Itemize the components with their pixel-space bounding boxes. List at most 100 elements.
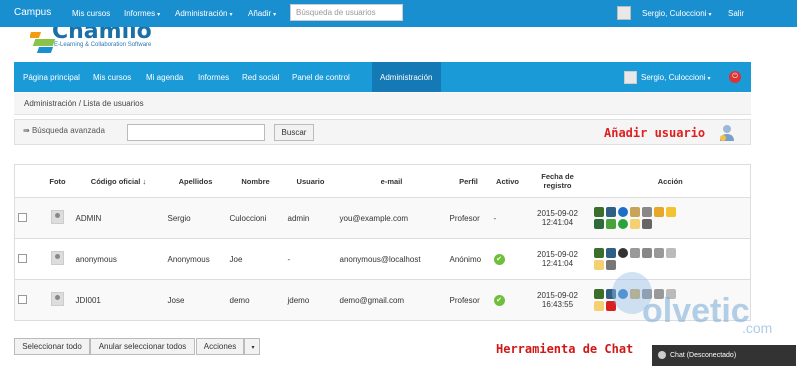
search-button[interactable]: Buscar [274,124,314,141]
chamilo-logo[interactable]: Chamilo E-Learning & Collaboration Softw… [30,27,200,57]
edit-icon[interactable] [653,207,664,217]
nav-mis-cursos[interactable]: Mis cursos [93,73,131,82]
star-icon[interactable] [665,248,676,258]
cell-code: anonymous [72,238,165,280]
info-icon[interactable] [617,248,628,258]
nav-mi-agenda[interactable]: Mi agenda [146,73,183,82]
cell-user: jdemo [284,279,337,321]
power-icon[interactable]: ⏻ [729,71,741,83]
add-user-icon[interactable] [629,207,640,217]
cell-email[interactable]: you@example.com [336,197,447,239]
cell-date: 2015-09-02 12:41:04 [524,197,591,239]
cell-first: demo [226,279,285,321]
cell-profile: Anónimo [446,238,491,280]
nav-informes[interactable]: Informes [198,73,229,82]
row-checkbox[interactable] [18,294,27,304]
assign-icon[interactable] [605,219,616,229]
status-dot-icon [658,351,666,359]
action-icons [593,248,678,270]
login-as-icon[interactable] [593,248,604,258]
cell-profile: Profesor [446,279,491,321]
col-accion: Acción [590,164,751,198]
select-all-button[interactable]: Seleccionar todo [14,338,90,355]
cell-email[interactable]: anonymous@localhost [336,238,447,280]
calendar-icon[interactable] [629,219,640,229]
advanced-search-link[interactable]: ⇛ Búsqueda avanzada [23,126,105,135]
user-photo [51,210,64,224]
info-icon[interactable] [617,207,628,217]
message-icon[interactable] [641,248,652,258]
cell-code: JDI001 [72,279,165,321]
user-photo [51,251,64,265]
user-photo [51,292,64,306]
chat-icon[interactable] [605,207,616,217]
col-apellidos[interactable]: Apellidos [164,164,227,198]
avatar [624,71,637,84]
cell-last: Jose [164,279,227,321]
deselect-all-button[interactable]: Anular seleccionar todos [90,338,195,355]
col-perfil[interactable]: Perfil [446,164,491,198]
col-email[interactable]: e-mail [336,164,447,198]
active-check-icon[interactable]: ✔ [493,253,505,265]
solvetic-watermark: olvetic .com [612,272,792,342]
active-check-icon[interactable]: ✔ [493,294,505,306]
cell-email[interactable]: demo@gmail.com [336,279,447,321]
calendar-icon[interactable] [593,301,604,311]
col-codigo[interactable]: Código oficial ↓ [72,164,165,198]
col-fecha[interactable]: Fecha de registro [524,164,591,198]
top-nav-informes[interactable]: Informes ▾ [124,9,160,18]
avatar [617,6,631,20]
add-user-icon[interactable] [719,124,735,142]
row-checkbox[interactable] [18,253,27,263]
crown-icon[interactable] [665,207,676,217]
cell-first: Culoccioni [226,197,285,239]
cell-last: Sergio [164,197,227,239]
col-usuario[interactable]: Usuario [284,164,337,198]
delete-icon[interactable] [605,260,616,270]
row-checkbox[interactable] [18,212,27,222]
advanced-search-icon: ⇛ [23,126,32,135]
chat-bar[interactable]: Chat (Desconectado) [652,345,796,366]
top-nav-mis-cursos[interactable]: Mis cursos [72,9,110,18]
cell-active: - [490,197,525,239]
col-nombre[interactable]: Nombre [226,164,285,198]
nav-administracion[interactable]: Administración [380,73,432,82]
breadcrumb: Administración / Lista de usuarios [14,93,751,115]
cell-last: Anonymous [164,238,227,280]
col-foto[interactable]: Foto [42,164,73,198]
add-user-icon[interactable] [629,248,640,258]
edit-icon[interactable] [653,248,664,258]
chat-icon[interactable] [605,248,616,258]
top-bar: Campus Mis cursos Informes ▾ Administraci… [0,0,797,27]
search-input[interactable] [127,124,265,141]
nav-red-social[interactable]: Red social [242,73,279,82]
cell-user: admin [284,197,337,239]
user-search-input[interactable]: Búsqueda de usuarios [290,4,403,21]
message-icon[interactable] [641,207,652,217]
login-as-icon[interactable] [593,289,604,299]
top-nav-anadir[interactable]: Añadir ▾ [248,9,276,18]
delete-icon[interactable] [641,219,652,229]
nav-panel-de-control[interactable]: Panel de control [292,73,350,82]
cell-user: - [284,238,337,280]
user-menu[interactable]: Sergio, Culoccioni ▾ [642,9,712,18]
col-activo[interactable]: Activo [490,164,525,198]
campus-link[interactable]: Campus [14,7,51,18]
chat-tool-annotation: Herramienta de Chat [496,342,634,356]
cell-profile: Profesor [446,197,491,239]
actions-dropdown-caret[interactable]: ▾ [244,338,260,355]
calendar-icon[interactable] [593,260,604,270]
action-icons [593,207,678,229]
cell-first: Joe [226,238,285,280]
cell-date: 2015-09-02 12:41:04 [524,238,591,280]
top-nav-administracion[interactable]: Administración ▾ [175,9,232,18]
nav-pagina-principal[interactable]: Página principal [23,73,80,82]
admin-icon[interactable] [593,219,604,229]
nav-user-menu[interactable]: Sergio, Culoccioni ▾ [641,73,711,82]
main-nav: Página principal Mis cursos Mi agenda In… [14,62,751,92]
add-icon[interactable] [617,219,628,229]
logout-link[interactable]: Salir [728,9,744,18]
login-as-icon[interactable] [593,207,604,217]
actions-button[interactable]: Acciones [196,338,244,355]
table-row: ADMIN Sergio Culoccioni admin you@exampl… [14,197,751,239]
